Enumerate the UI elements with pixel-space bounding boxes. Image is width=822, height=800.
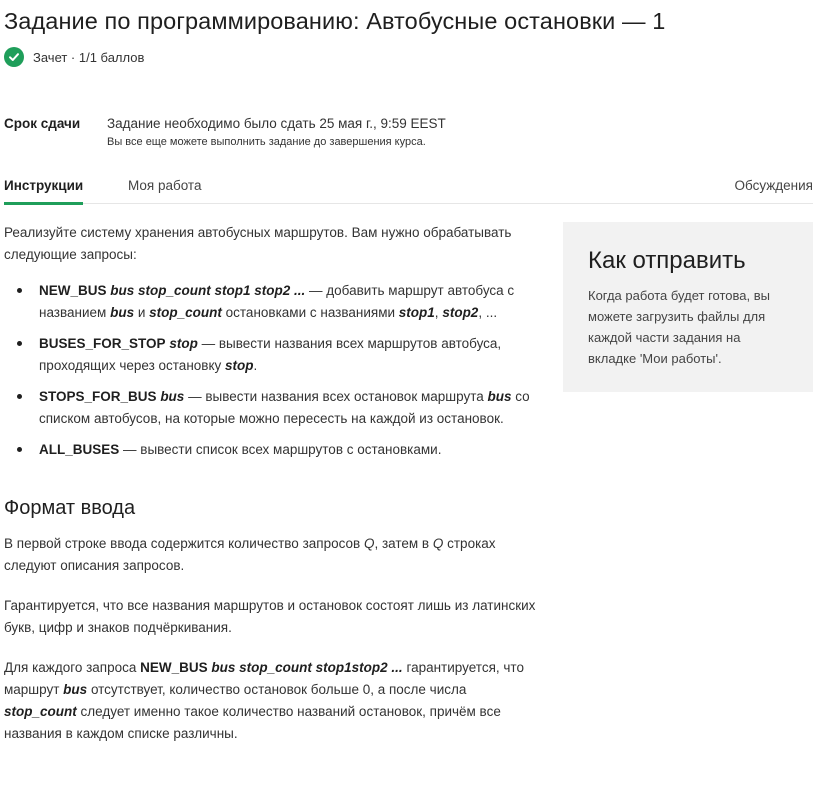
input-format-heading: Формат ввода xyxy=(4,497,136,519)
intro-text: Реализуйте систему хранения автобусных м… xyxy=(4,225,512,262)
input-format-paragraph-3: Для каждого запроса NEW_BUS bus stop_cou… xyxy=(4,660,524,741)
how-to-submit-panel: Как отправить Когда работа будет готова,… xyxy=(563,222,813,392)
tab-discussions[interactable]: Обсуждения xyxy=(735,178,813,193)
grade-text: Зачет · 1/1 баллов xyxy=(33,49,145,65)
page-title: Задание по программированию: Автобусные … xyxy=(4,8,666,34)
command-list: NEW_BUS bus stop_count stop1 stop2 ... —… xyxy=(4,280,539,461)
command-name: BUSES_FOR_STOP xyxy=(39,336,166,351)
grade-status: Зачет · 1/1 баллов xyxy=(4,47,144,67)
deadline-label: Срок сдачи xyxy=(4,116,81,131)
deadline-note: Вы все еще можете выполнить задание до з… xyxy=(107,136,426,148)
how-to-submit-title: Как отправить xyxy=(588,247,746,274)
tab-instructions[interactable]: Инструкции xyxy=(4,178,84,205)
command-name: NEW_BUS xyxy=(39,283,107,298)
command-name: STOPS_FOR_BUS xyxy=(39,389,157,404)
list-item-buses-for-stop: BUSES_FOR_STOP stop — вывести названия в… xyxy=(17,333,539,377)
tab-my-work[interactable]: Моя работа xyxy=(128,178,201,193)
check-circle-icon xyxy=(4,47,24,67)
deadline-text: Задание необходимо было сдать 25 мая г.,… xyxy=(107,116,446,131)
input-format-paragraph-2: Гарантируется, что все названия маршруто… xyxy=(4,598,536,635)
list-item-stops-for-bus: STOPS_FOR_BUS bus — вывести названия все… xyxy=(17,386,539,430)
tab-bar: Инструкции Моя работа Обсуждения xyxy=(4,170,813,205)
command-args: bus xyxy=(160,389,185,404)
input-format-paragraph-1: В первой строке ввода содержится количес… xyxy=(4,536,496,573)
command-name: ALL_BUSES xyxy=(39,442,120,457)
command-args: bus stop_count stop1 stop2 ... xyxy=(110,283,306,298)
list-item-new-bus: NEW_BUS bus stop_count stop1 stop2 ... —… xyxy=(17,280,539,324)
how-to-submit-text: Когда работа будет готова, вы можете заг… xyxy=(588,288,770,366)
list-item-all-buses: ALL_BUSES — вывести список всех маршруто… xyxy=(17,439,539,461)
command-args: stop xyxy=(169,336,198,351)
instructions-content: Реализуйте систему хранения автобусных м… xyxy=(4,222,539,763)
